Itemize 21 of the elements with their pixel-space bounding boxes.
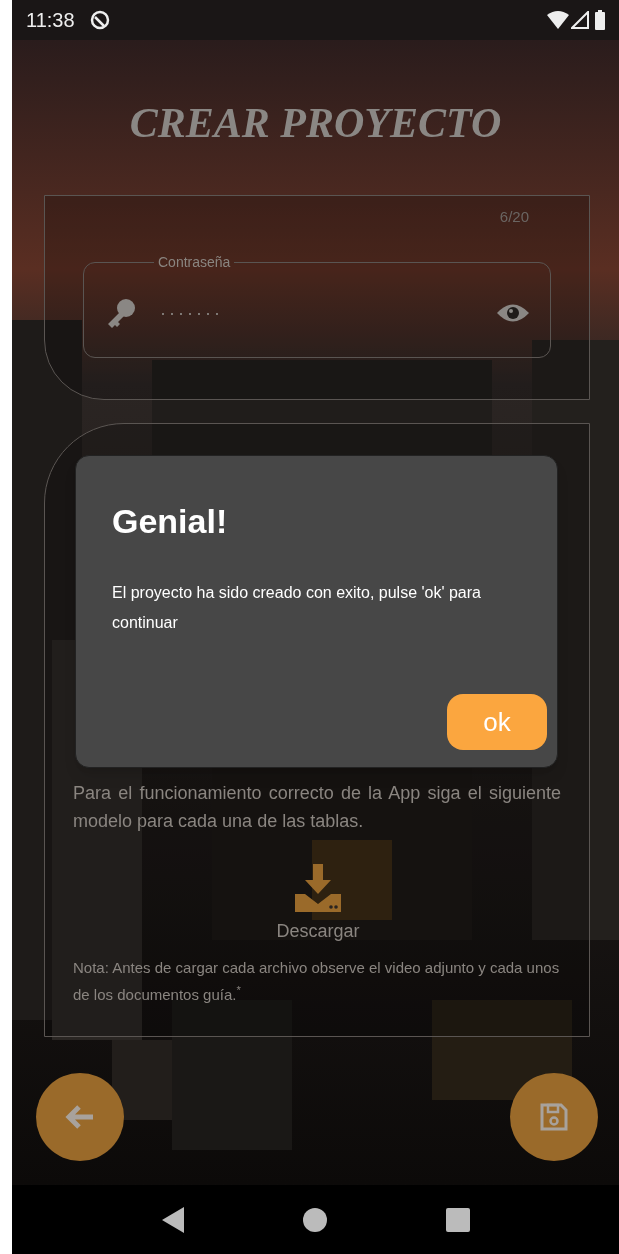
instructions-paragraph: Para el funcionamiento correcto de la App siga el siguiente modelo para cada una de las tablas.	[73, 782, 561, 833]
battery-icon	[595, 10, 605, 30]
home-nav-icon[interactable]	[302, 1207, 327, 1232]
download-icon[interactable]	[293, 864, 343, 912]
signal-icon	[571, 11, 589, 29]
page-title: CREAR PROYECTO	[129, 99, 502, 148]
eye-icon[interactable]	[496, 302, 530, 324]
download-label[interactable]: Descargar	[276, 918, 360, 945]
status-time: 11:38	[26, 8, 75, 33]
dialog-message: El proyecto ha sido creado con exito, pulse 'ok' para continuar	[112, 583, 482, 633]
character-counter: 6/20	[499, 207, 529, 227]
field-label: Contraseña	[157, 253, 232, 272]
save-icon	[539, 1102, 569, 1132]
password-value: ·······	[160, 301, 223, 325]
back-arrow-icon	[65, 1104, 95, 1130]
note-text: Nota: Antes de cargar cada archivo observe el video adjunto y cada unos de los documentos guía.$^{*}$	[73, 958, 561, 1005]
data-saver-icon	[88, 9, 111, 31]
dialog-title: Genial!	[112, 501, 228, 542]
recents-nav-icon[interactable]	[445, 1207, 470, 1232]
wifi-icon	[547, 11, 569, 29]
back-nav-icon[interactable]	[161, 1206, 184, 1233]
